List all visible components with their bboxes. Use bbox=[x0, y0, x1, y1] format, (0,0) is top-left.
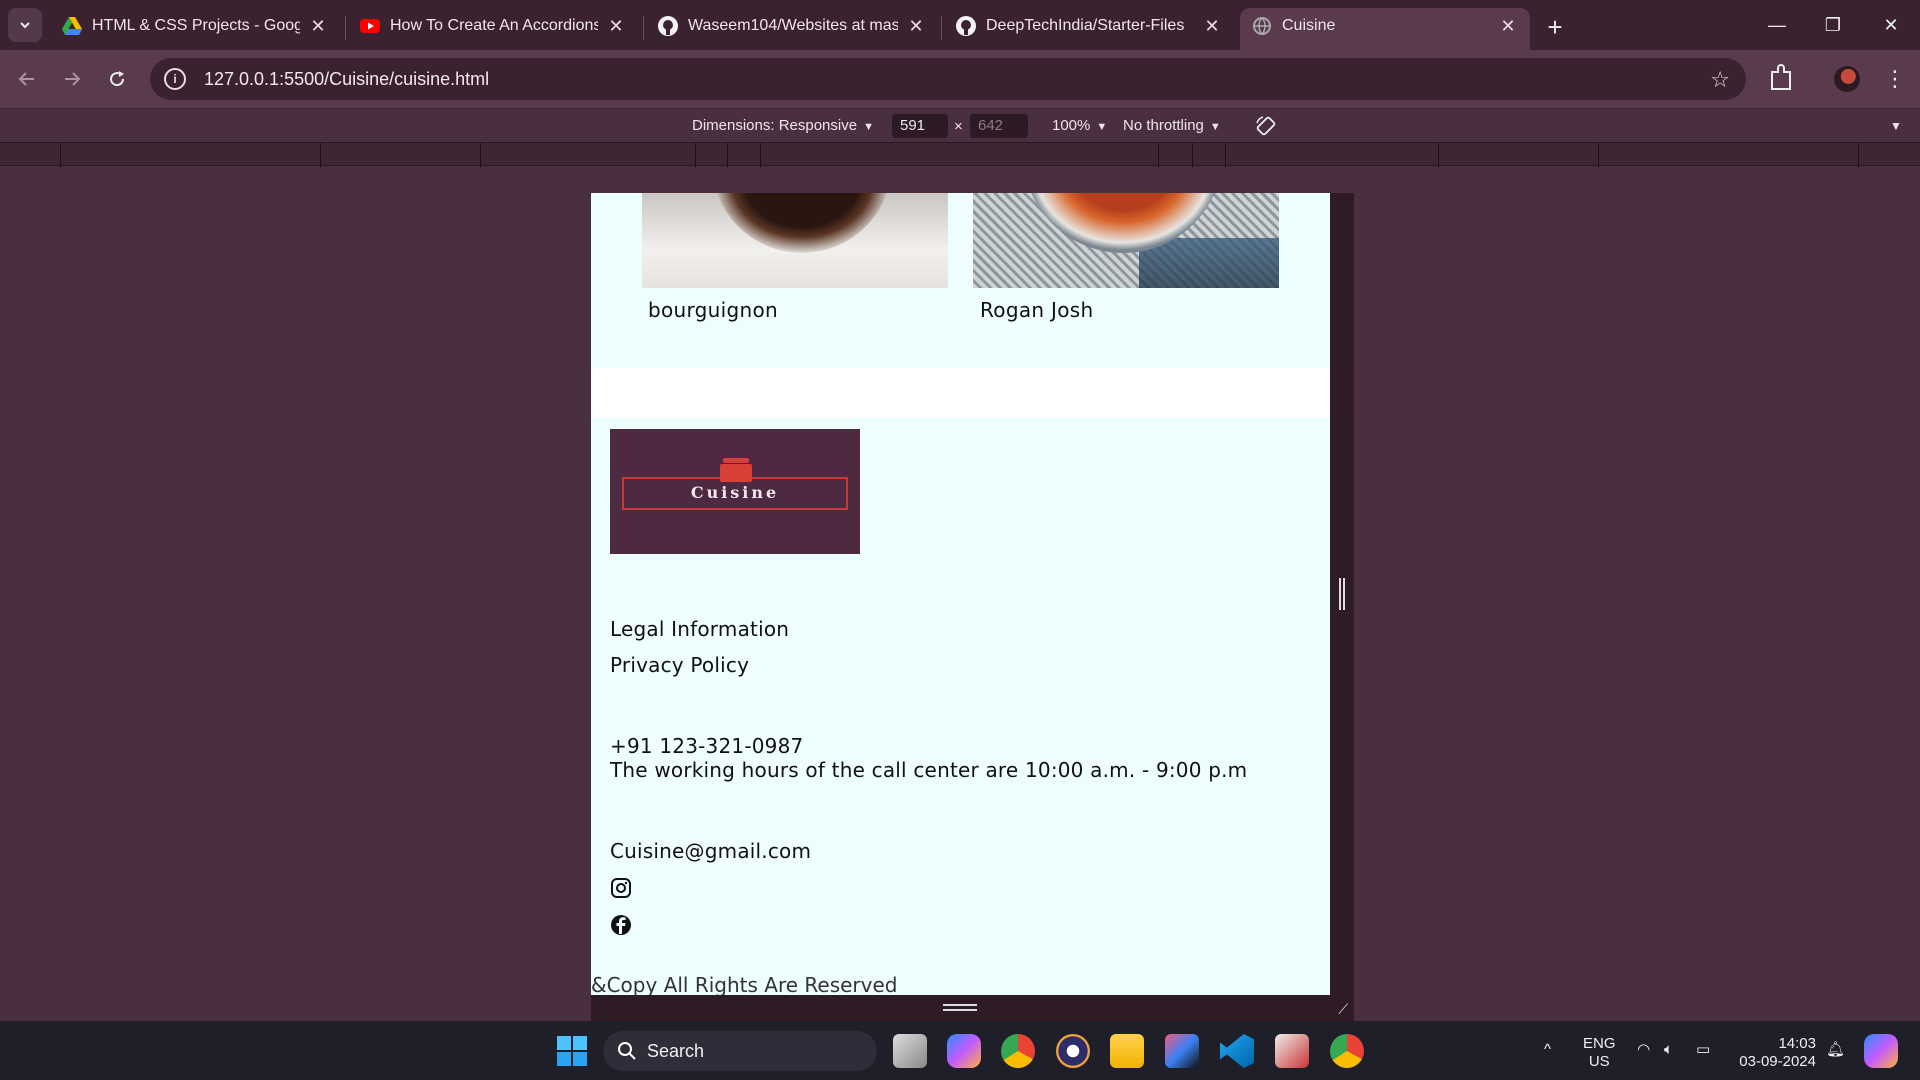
legal-information-link[interactable]: Legal Information bbox=[610, 617, 789, 641]
eclipse-icon[interactable] bbox=[1056, 1034, 1090, 1068]
minimize-button[interactable]: — bbox=[1754, 8, 1800, 42]
forward-button[interactable] bbox=[55, 62, 89, 96]
github-icon bbox=[956, 16, 976, 36]
dish-image-rogan-josh bbox=[973, 193, 1279, 288]
tab-title: Waseem104/Websites at master bbox=[688, 17, 898, 34]
wifi-icon[interactable]: ◠ bbox=[1637, 1041, 1650, 1059]
close-icon[interactable]: ✕ bbox=[1202, 16, 1222, 36]
height-input[interactable]: 642 bbox=[970, 114, 1028, 138]
new-tab-button[interactable]: + bbox=[1540, 12, 1570, 42]
viewport-resize-handle-right[interactable] bbox=[1330, 193, 1354, 995]
footer-logo: Cuisine bbox=[610, 429, 860, 554]
logo-text: Cuisine bbox=[690, 483, 780, 502]
tab-title: DeepTechIndia/Starter-Files bbox=[986, 17, 1185, 34]
github-icon bbox=[658, 16, 678, 36]
url-text: 127.0.0.1:5500/Cuisine/cuisine.html bbox=[204, 68, 490, 89]
browser-tab-bar: HTML & CSS Projects - Google ✕ How To Cr… bbox=[0, 0, 1920, 50]
address-bar[interactable]: i 127.0.0.1:5500/Cuisine/cuisine.html ☆ bbox=[150, 58, 1746, 100]
throttling-dropdown[interactable]: No throttling ▼ bbox=[1123, 117, 1221, 134]
tab-title: Cuisine bbox=[1282, 17, 1336, 34]
zoom-dropdown[interactable]: 100% ▼ bbox=[1052, 117, 1107, 134]
dish-image-bourguignon bbox=[642, 193, 948, 288]
search-label: Search bbox=[647, 1040, 705, 1061]
section-divider bbox=[591, 368, 1330, 418]
tab-github-deeptech[interactable]: DeepTechIndia/Starter-Files ✕ bbox=[944, 8, 1234, 50]
reload-icon bbox=[110, 71, 125, 87]
show-hidden-icons-chevron-icon[interactable]: ^ bbox=[1544, 1041, 1551, 1059]
task-view-icon[interactable] bbox=[893, 1034, 927, 1068]
chrome-icon[interactable] bbox=[1001, 1034, 1035, 1068]
copilot-pre-icon[interactable] bbox=[1864, 1034, 1898, 1068]
viewport-resize-handle-bottom[interactable]: ⟋ bbox=[591, 995, 1354, 1021]
tab-youtube[interactable]: How To Create An Accordions In ✕ bbox=[348, 8, 638, 50]
facebook-icon[interactable] bbox=[610, 914, 632, 936]
browser-toolbar: i 127.0.0.1:5500/Cuisine/cuisine.html ☆ bbox=[0, 50, 1920, 108]
dimensions-dropdown[interactable]: Dimensions: Responsive ▼ bbox=[692, 117, 874, 134]
profile-avatar[interactable] bbox=[1834, 66, 1860, 92]
globe-icon bbox=[1252, 16, 1272, 36]
notification-bell-icon[interactable]: 🔔︎ bbox=[1826, 1041, 1845, 1059]
phone-number: +91 123-321-0987 bbox=[610, 734, 804, 758]
tab-title: HTML & CSS Projects - Google bbox=[92, 17, 300, 34]
browser-menu-button[interactable]: ⋮ bbox=[1880, 62, 1910, 96]
restore-button[interactable]: ❐ bbox=[1810, 8, 1856, 42]
back-button[interactable] bbox=[10, 62, 44, 96]
battery-icon[interactable]: ▭ bbox=[1696, 1041, 1710, 1059]
resize-corner-icon[interactable]: ⟋ bbox=[1338, 1001, 1348, 1018]
chevron-down-icon bbox=[20, 22, 30, 29]
tab-search-button[interactable] bbox=[8, 8, 42, 42]
site-info-icon[interactable]: i bbox=[164, 68, 186, 90]
youtube-icon bbox=[360, 16, 380, 36]
tab-title: How To Create An Accordions In bbox=[390, 17, 598, 34]
page-viewport: bourguignon Rogan Josh Cuisine Legal Inf… bbox=[591, 193, 1330, 995]
dish-name: Rogan Josh bbox=[980, 298, 1094, 322]
privacy-policy-link[interactable]: Privacy Policy bbox=[610, 653, 749, 677]
close-icon[interactable]: ✕ bbox=[308, 16, 328, 36]
search-icon bbox=[618, 1042, 636, 1060]
width-input[interactable]: 591 bbox=[892, 114, 948, 138]
file-explorer-icon[interactable] bbox=[1110, 1034, 1144, 1068]
media-query-bar[interactable] bbox=[0, 142, 1920, 167]
working-hours: The working hours of the call center are… bbox=[610, 758, 1248, 782]
close-icon[interactable]: ✕ bbox=[906, 16, 926, 36]
tab-cuisine[interactable]: Cuisine ✕ bbox=[1240, 8, 1530, 50]
email-address[interactable]: Cuisine@gmail.com bbox=[610, 839, 811, 863]
arrow-right-icon bbox=[65, 72, 81, 86]
language-indicator[interactable]: ENG US bbox=[1583, 1035, 1616, 1071]
star-icon[interactable]: ☆ bbox=[1710, 67, 1730, 93]
extensions-icon[interactable] bbox=[1766, 62, 1796, 94]
instagram-icon[interactable] bbox=[610, 877, 632, 899]
times-sign: × bbox=[954, 118, 963, 135]
close-window-button[interactable]: ✕ bbox=[1868, 8, 1914, 42]
vscode-icon[interactable] bbox=[1220, 1034, 1254, 1068]
windows-start-icon[interactable] bbox=[557, 1036, 587, 1066]
tab-google-drive[interactable]: HTML & CSS Projects - Google ✕ bbox=[50, 8, 340, 50]
volume-icon[interactable]: 🔈︎ bbox=[1664, 1041, 1673, 1059]
copyright-text: &Copy All Rights Are Reserved bbox=[591, 973, 898, 995]
reload-button[interactable] bbox=[100, 62, 134, 96]
intellij-icon[interactable] bbox=[1165, 1034, 1199, 1068]
close-icon[interactable]: ✕ bbox=[1498, 16, 1518, 36]
google-drive-icon bbox=[62, 16, 82, 36]
chrome-profile-icon[interactable] bbox=[1330, 1034, 1364, 1068]
taskbar-search-box[interactable]: Search bbox=[603, 1031, 877, 1071]
clock[interactable]: 14:03 03-09-2024 bbox=[1736, 1035, 1816, 1071]
arrow-left-icon bbox=[18, 72, 34, 86]
device-toolbar: Dimensions: Responsive ▼ 591 × 642 100% ▼ … bbox=[0, 108, 1920, 142]
rotate-icon[interactable] bbox=[1254, 114, 1278, 138]
copilot-icon[interactable] bbox=[947, 1034, 981, 1068]
dish-name: bourguignon bbox=[648, 298, 778, 322]
windows-taskbar: Search ^ ENG US ◠ 🔈︎ ▭ 14:03 03-09-2024 … bbox=[0, 1021, 1920, 1080]
device-toolbar-menu[interactable]: ▼ bbox=[1890, 119, 1902, 133]
close-icon[interactable]: ✕ bbox=[606, 16, 626, 36]
tab-github-waseem[interactable]: Waseem104/Websites at master ✕ bbox=[646, 8, 938, 50]
snipping-tool-icon[interactable] bbox=[1275, 1034, 1309, 1068]
